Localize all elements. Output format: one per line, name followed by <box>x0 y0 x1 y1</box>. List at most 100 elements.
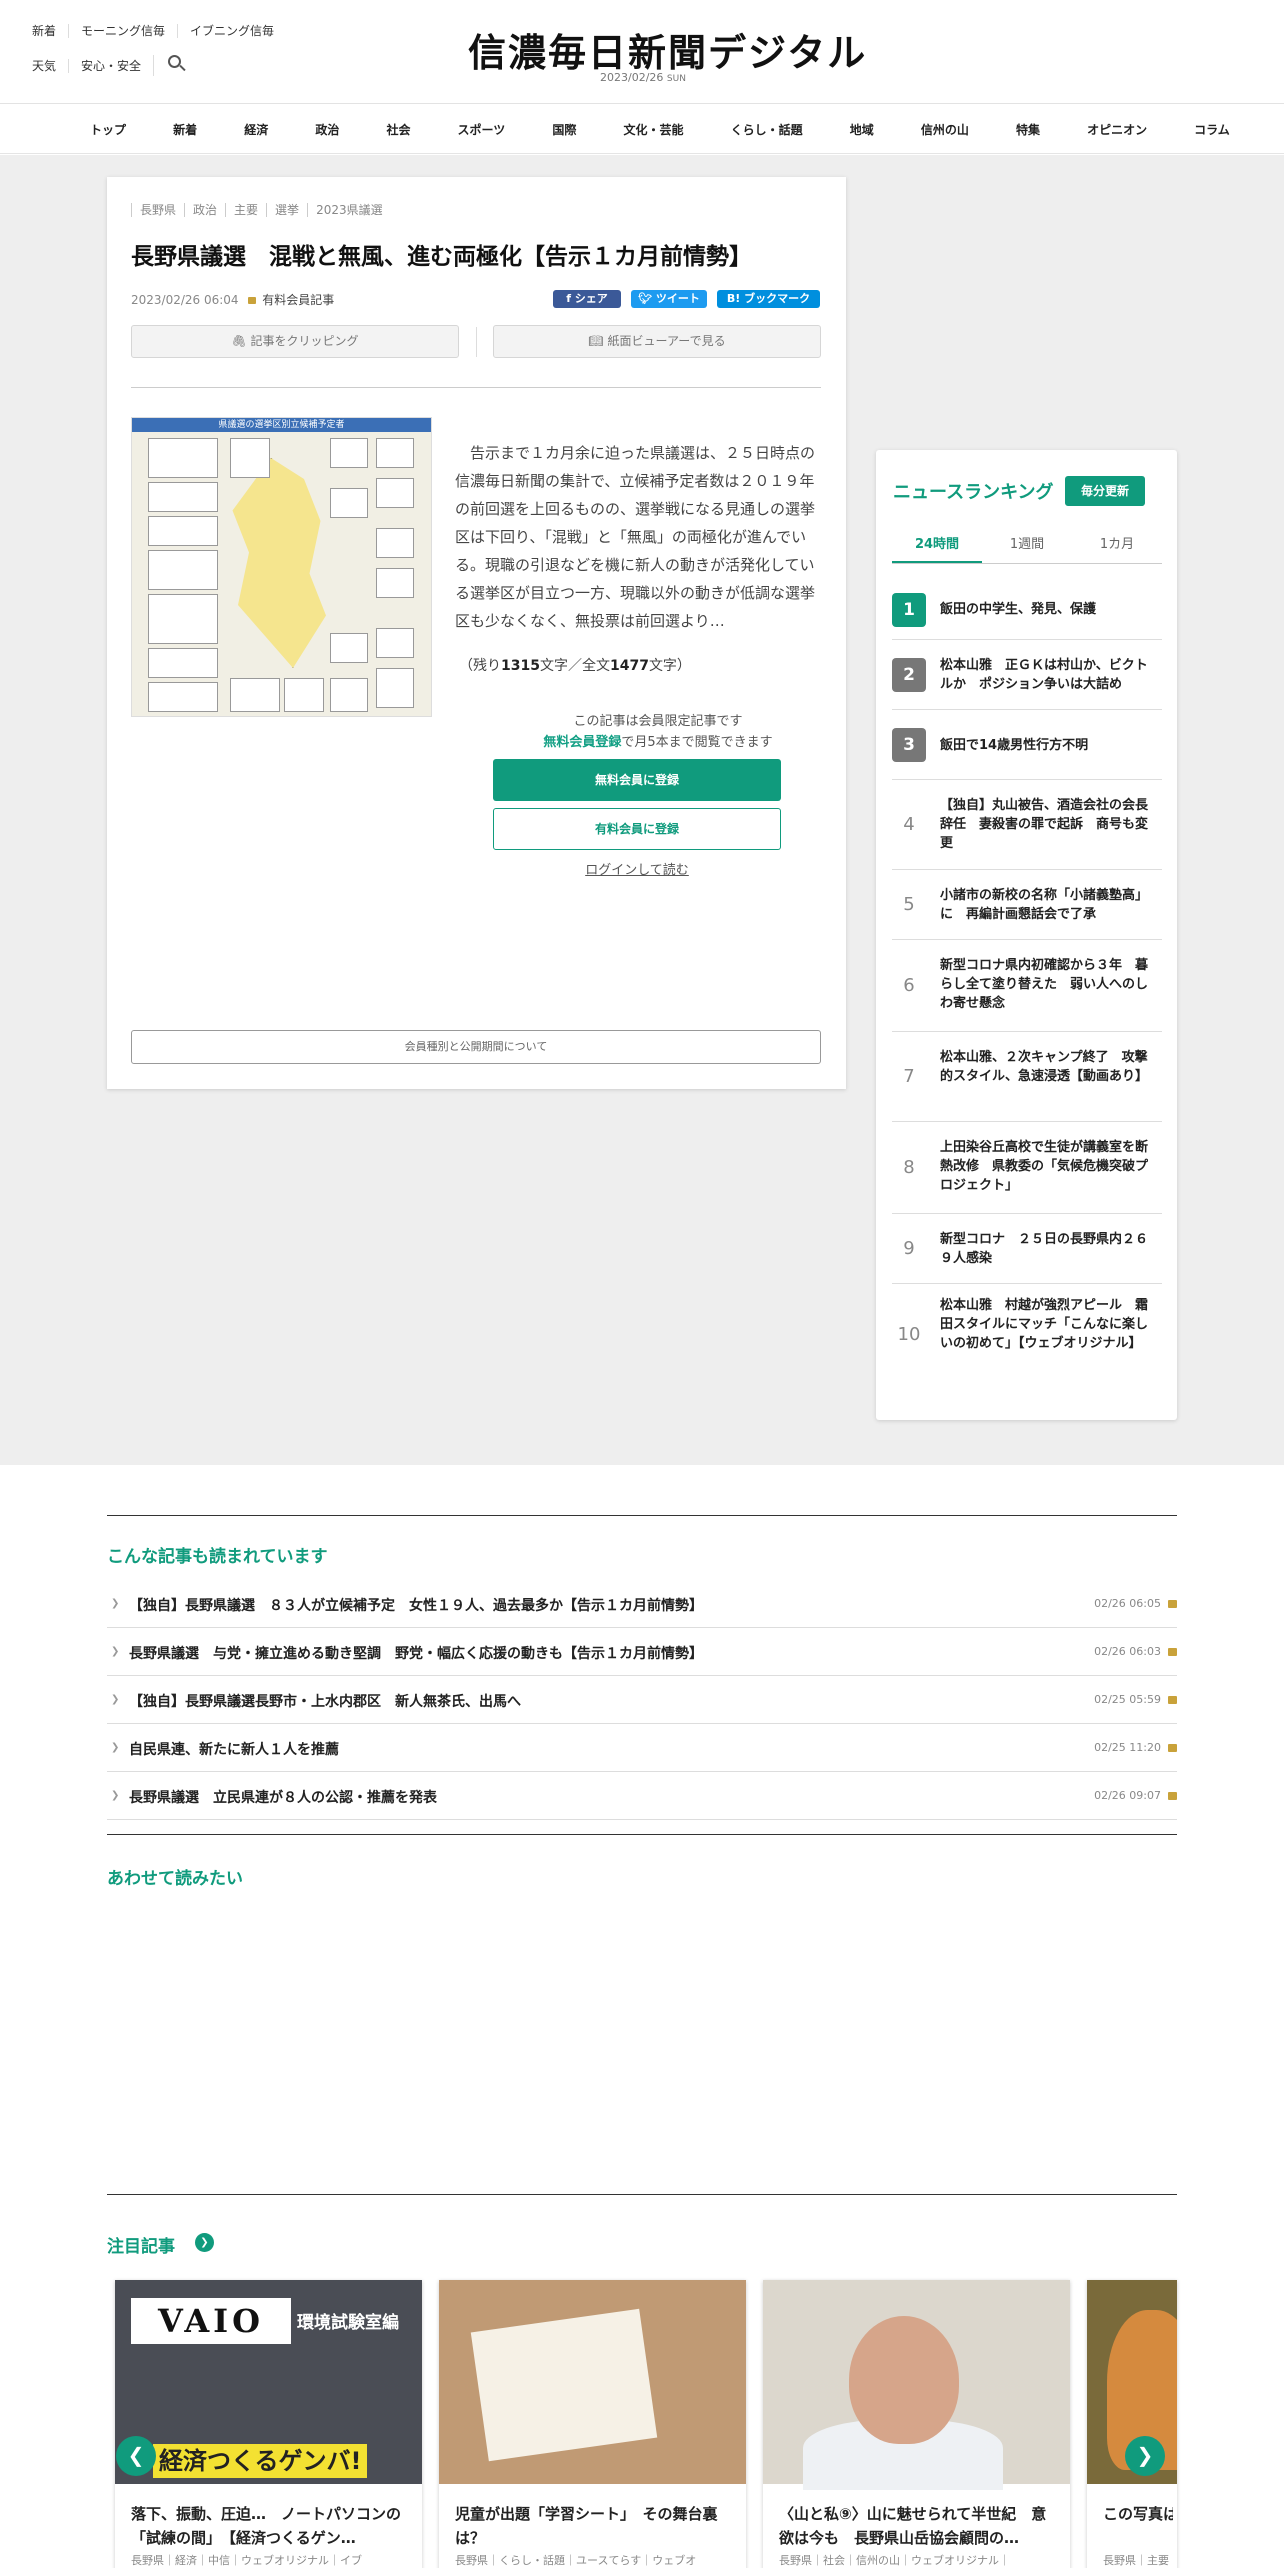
nav-item-top[interactable]: トップ <box>90 121 126 138</box>
nagano-map-shape <box>232 458 326 668</box>
tag-link[interactable]: 選挙 <box>266 203 307 217</box>
share-facebook-button[interactable]: f シェア <box>553 290 621 308</box>
tab-1week[interactable]: 1週間 <box>982 534 1072 563</box>
article-lead: 告示まで１カ月余に迫った県議選は、２５日時点の信濃毎日新聞の集計で、立候補予定者… <box>455 444 816 630</box>
tag-link[interactable]: 長野県 <box>131 203 184 217</box>
ranking-item[interactable]: 1 飯田の中学生、発見、保護 <box>892 580 1162 640</box>
featured-card[interactable]: VAIO 環境試験室編 経済つくるゲンバ! 落下、振動、圧迫… ノートパソコンの… <box>115 2280 422 2568</box>
card-title: 児童が出題「学習シート」 その舞台裏は？ <box>455 2505 718 2547</box>
ranking-item[interactable]: 9 新型コロナ ２５日の長野県内２６９人感染 <box>892 1214 1162 1284</box>
chevron-right-icon: ❯ <box>111 1598 120 1609</box>
nav-item-new[interactable]: 新着 <box>173 121 197 138</box>
tab-1month[interactable]: 1カ月 <box>1072 534 1162 563</box>
related-item[interactable]: ❯ 長野県議選 立民県連が８人の公認・推薦を発表 02/26 09:07 <box>107 1772 1177 1820</box>
ranking-item[interactable]: 4 【独自】丸山被告、酒造会社の会長辞任 妻殺害の罪で起訴 商号も変更 <box>892 780 1162 870</box>
related-title: 長野県議選 与党・擁立進める動き堅調 野党・幅広く応援の動きも【告示１カ月前情勢… <box>129 1646 703 1662</box>
clip-article-label: 記事をクリッピング <box>250 334 359 348</box>
related-item[interactable]: ❯ 長野県議選 与党・擁立進める動き堅調 野党・幅広く応援の動きも【告示１カ月前… <box>107 1628 1177 1676</box>
ranking-item[interactable]: 6 新型コロナ県内初確認から３年 暮らし全て塗り替えた 弱い人へのしわ寄せ懸念 <box>892 940 1162 1032</box>
tag-link[interactable]: 政治 <box>184 203 225 217</box>
article-meta: 2023/02/26 06:04 有料会員記事 <box>131 291 334 308</box>
remain-total: 1477 <box>609 658 649 674</box>
featured-card[interactable]: この写真は…日のこと聴… 長野県｜主要 <box>1087 2280 1177 2568</box>
figure-caption: 県議選の選挙区別立候補予定者 <box>132 418 431 432</box>
figure-box <box>148 482 218 512</box>
figure-box <box>376 528 414 558</box>
util-link-safety[interactable]: 安心・安全 <box>68 58 153 73</box>
register-free-button[interactable]: 無料会員に登録 <box>493 759 781 801</box>
ranking-number: 1 <box>892 593 926 627</box>
article-tags: 長野県 政治 主要 選挙 2023県議選 <box>131 203 391 217</box>
util-link-evening[interactable]: イブニング信毎 <box>177 24 286 38</box>
nav-item-column[interactable]: コラム <box>1194 121 1230 138</box>
related-item[interactable]: ❯ 【独自】長野県議選 ８３人が立候補予定 女性１９人、過去最多か【告示１カ月前… <box>107 1580 1177 1628</box>
article-figure[interactable]: 県議選の選挙区別立候補予定者 <box>131 417 432 717</box>
ranking-number: 9 <box>903 1238 915 1259</box>
util-link-morning[interactable]: モーニング信毎 <box>68 24 177 38</box>
share-twitter-button[interactable]: 🐦︎ ツイート <box>631 290 707 308</box>
tag-link[interactable]: 主要 <box>225 203 266 217</box>
ranking-number: 2 <box>892 658 926 692</box>
figure-box <box>330 633 368 663</box>
related-heading: こんな記事も読まれています <box>107 1547 328 1567</box>
featured-card[interactable]: 児童が出題「学習シート」 その舞台裏は？ 長野県｜くらし・話題｜ユースてらす｜ウ… <box>439 2280 746 2568</box>
register-paid-button[interactable]: 有料会員に登録 <box>493 808 781 850</box>
chevron-right-circle-icon[interactable]: ❯ <box>195 2233 214 2252</box>
nav-item-culture[interactable]: 文化・芸能 <box>624 121 684 138</box>
featured-card[interactable]: 〈山と私⑨〉山に魅せられて半世紀 意欲は今も 長野県山岳協会顧問の… 長野県｜社… <box>763 2280 1070 2568</box>
carousel-next-button[interactable]: ❯ <box>1125 2436 1165 2476</box>
ranking-item[interactable]: 2 松本山雅 正ＧＫは村山か、ビクトルか ポジション争いは大詰め <box>892 640 1162 710</box>
nav-item-sports[interactable]: スポーツ <box>458 121 506 138</box>
remaining-chars: （残り1315文字／全文1477文字） <box>459 655 691 675</box>
util-nav-bottom: 天気 安心・安全 <box>32 55 198 76</box>
nav-item-politics[interactable]: 政治 <box>315 121 339 138</box>
ranking-item[interactable]: 8 上田染谷丘高校で生徒が講義室を断熱改修 県教委の「気候危機突破プロジェクト」 <box>892 1122 1162 1214</box>
carousel-prev-button[interactable]: ❮ <box>116 2436 156 2476</box>
remain-suffix: 文字） <box>648 658 691 674</box>
free-register-link[interactable]: 無料会員登録 <box>543 735 621 750</box>
search-button[interactable] <box>153 55 198 76</box>
tag-link[interactable]: 2023県議選 <box>307 203 391 217</box>
figure-box <box>284 678 324 712</box>
twitter-icon: 🐦︎ <box>638 292 653 305</box>
ranking-item[interactable]: 5 小諸市の新校の名称「小諸義塾高」に 再編計画懇話会で了承 <box>892 870 1162 940</box>
related-item[interactable]: ❯ 自民県連、新たに新人１人を推薦 02/25 11:20 <box>107 1724 1177 1772</box>
ranking-text: 飯田で14歳男性行方不明 <box>940 738 1089 753</box>
nav-item-features[interactable]: 特集 <box>1016 121 1040 138</box>
related-item[interactable]: ❯ 【独自】長野県議選長野市・上水内郡区 新人無茶氏、出馬へ 02/25 05:… <box>107 1676 1177 1724</box>
nav-item-mountains[interactable]: 信州の山 <box>921 121 969 138</box>
nav-item-opinion[interactable]: オピニオン <box>1087 121 1147 138</box>
nav-item-international[interactable]: 国際 <box>552 121 576 138</box>
util-link-new[interactable]: 新着 <box>32 24 68 38</box>
ranking-item[interactable]: 7 松本山雅、２次キャンプ終了 攻撃的スタイル、急速浸透【動画あり】 <box>892 1032 1162 1122</box>
share-hatena-button[interactable]: B! ブックマーク <box>717 290 820 308</box>
remain-prefix: （残り <box>459 658 501 674</box>
worksheet-shape <box>470 2308 658 2462</box>
paperclip-icon: 🖇︎ <box>231 334 247 348</box>
figure-box <box>148 648 218 678</box>
nav-item-economy[interactable]: 経済 <box>244 121 268 138</box>
util-link-weather[interactable]: 天気 <box>32 59 68 73</box>
login-link[interactable]: ログインして読む <box>493 859 781 878</box>
ranking-number: 5 <box>903 894 915 915</box>
card-image-banner: 経済つくるゲンバ! <box>153 2444 368 2478</box>
ranking-text: 松本山雅、２次キャンプ終了 攻撃的スタイル、急速浸透【動画あり】 <box>940 1050 1149 1084</box>
site-logo[interactable]: 信濃毎日新聞デジタル <box>468 22 865 77</box>
clip-article-button[interactable]: 🖇︎ 記事をクリッピング <box>131 325 459 358</box>
nav-item-region[interactable]: 地域 <box>850 121 874 138</box>
ranking-number: 6 <box>903 975 915 996</box>
figure-box <box>376 568 414 598</box>
ranking-tabs: 24時間 1週間 1カ月 <box>892 534 1162 564</box>
vaio-logo: VAIO <box>131 2298 291 2344</box>
lock-icon <box>248 297 257 304</box>
lock-icon <box>1168 1744 1177 1752</box>
members-note-rest: で月5本まで閲覧できます <box>621 735 773 750</box>
paper-viewer-button[interactable]: 📖︎ 紙面ビューアーで見る <box>493 325 821 358</box>
card-title: この写真は…日のこと聴… <box>1103 2505 1173 2523</box>
nav-item-life[interactable]: くらし・話題 <box>731 121 803 138</box>
membership-period-button[interactable]: 会員種別と公開期間について <box>131 1030 821 1064</box>
tab-24h[interactable]: 24時間 <box>892 534 982 563</box>
nav-item-society[interactable]: 社会 <box>386 121 410 138</box>
ranking-item[interactable]: 3 飯田で14歳男性行方不明 <box>892 710 1162 780</box>
ranking-item[interactable]: 10 松本山雅 村越が強烈アピール 霜田スタイルにマッチ「こんなに楽しいの初めて… <box>892 1284 1162 1384</box>
